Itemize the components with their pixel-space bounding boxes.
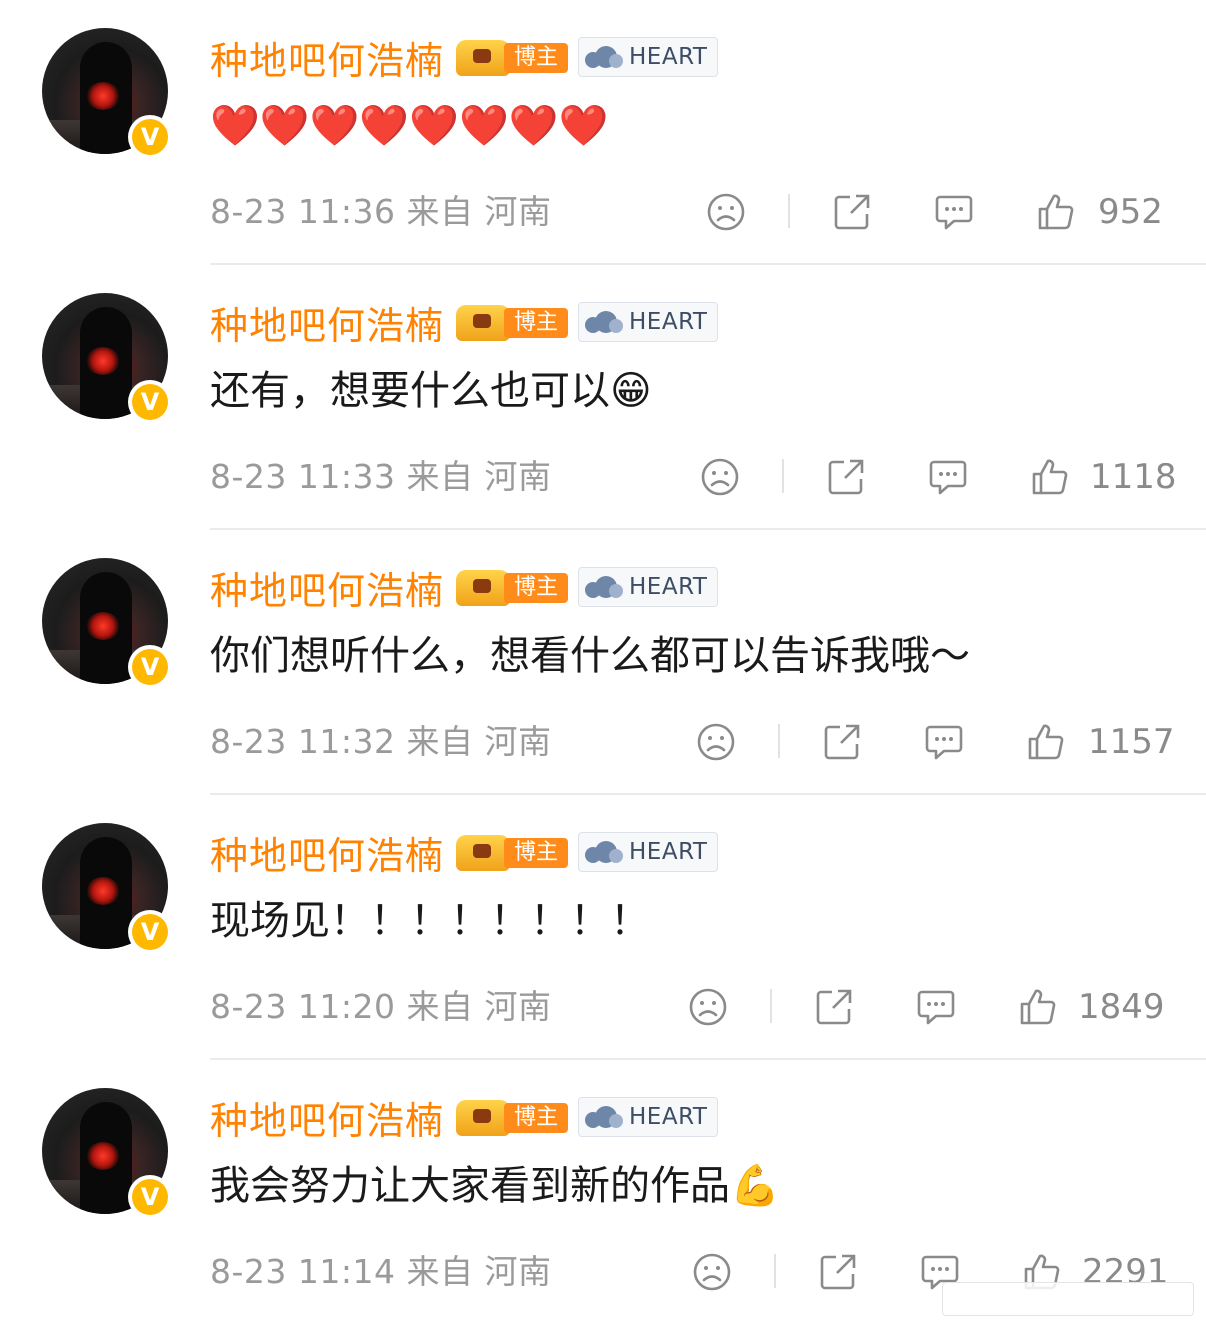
sad-face-icon[interactable] bbox=[688, 987, 728, 1027]
comment-icon[interactable] bbox=[934, 192, 974, 232]
watermark-overlay bbox=[942, 1282, 1194, 1316]
username[interactable]: 种地吧何浩楠 bbox=[210, 825, 444, 880]
crown-icon bbox=[456, 835, 511, 871]
action-bar: 1118 bbox=[690, 451, 1177, 503]
share-icon[interactable] bbox=[832, 192, 872, 232]
like-count: 952 bbox=[1098, 192, 1163, 232]
sad-face-icon[interactable] bbox=[700, 457, 740, 497]
timestamp: 8-23 11:36 bbox=[210, 192, 396, 231]
comment-item: V 种地吧何浩楠 博主 HEART ❤️❤️❤️❤️❤️❤️❤️❤️ 8-23 … bbox=[0, 0, 1206, 265]
comment-meta: 8-23 11:32 来自 河南 bbox=[210, 716, 552, 768]
crown-icon bbox=[456, 305, 511, 341]
share-icon[interactable] bbox=[814, 987, 854, 1027]
cloud-icon bbox=[583, 574, 624, 600]
separator bbox=[782, 459, 784, 493]
like-count: 1157 bbox=[1088, 722, 1175, 762]
thumbs-up-icon[interactable] bbox=[1026, 722, 1066, 762]
comment-icon[interactable] bbox=[916, 987, 956, 1027]
cloud-icon bbox=[583, 309, 624, 335]
crown-icon bbox=[456, 1100, 511, 1136]
blogger-badge[interactable]: 博主 bbox=[456, 38, 569, 76]
fan-badge[interactable]: HEART bbox=[578, 302, 719, 342]
blogger-badge[interactable]: 博主 bbox=[456, 568, 569, 606]
comment-meta: 8-23 11:14 来自 河南 bbox=[210, 1246, 552, 1298]
verified-v-icon: V bbox=[128, 910, 172, 954]
comment-meta: 8-23 11:36 来自 河南 bbox=[210, 186, 552, 238]
fan-badge[interactable]: HEART bbox=[578, 1097, 719, 1137]
separator bbox=[774, 1254, 776, 1288]
like-count: 1849 bbox=[1078, 987, 1165, 1027]
timestamp: 8-23 11:14 bbox=[210, 1252, 396, 1291]
comment-item: V 种地吧何浩楠 博主 HEART 还有，想要什么也可以😁 8-23 11:33… bbox=[0, 265, 1206, 530]
comment-text: 我会努力让大家看到新的作品💪 bbox=[210, 1163, 780, 1209]
fan-badge[interactable]: HEART bbox=[578, 37, 719, 77]
timestamp: 8-23 11:32 bbox=[210, 722, 396, 761]
source-label: 来自 河南 bbox=[406, 457, 552, 496]
separator bbox=[770, 989, 772, 1023]
crown-icon bbox=[456, 570, 511, 606]
comment-text: 现场见！！！！！！！！ bbox=[210, 898, 650, 944]
comment-item: V 种地吧何浩楠 博主 HEART 你们想听什么，想看什么都可以告诉我哦～ 8-… bbox=[0, 530, 1206, 795]
sad-face-icon[interactable] bbox=[696, 722, 736, 762]
timestamp: 8-23 11:20 bbox=[210, 987, 396, 1026]
sad-face-icon[interactable] bbox=[706, 192, 746, 232]
verified-v-icon: V bbox=[128, 380, 172, 424]
share-icon[interactable] bbox=[822, 722, 862, 762]
verified-v-icon: V bbox=[128, 645, 172, 689]
verified-v-icon: V bbox=[128, 1175, 172, 1219]
comment-text: 还有，想要什么也可以😁 bbox=[210, 368, 652, 414]
separator bbox=[788, 194, 790, 228]
verified-v-icon: V bbox=[128, 115, 172, 159]
share-icon[interactable] bbox=[818, 1252, 858, 1292]
thumbs-up-icon[interactable] bbox=[1036, 192, 1076, 232]
timestamp: 8-23 11:33 bbox=[210, 457, 396, 496]
username[interactable]: 种地吧何浩楠 bbox=[210, 30, 444, 85]
source-label: 来自 河南 bbox=[406, 987, 552, 1026]
sad-face-icon[interactable] bbox=[692, 1252, 732, 1292]
crown-icon bbox=[456, 40, 511, 76]
action-bar: 1849 bbox=[688, 981, 1170, 1033]
username[interactable]: 种地吧何浩楠 bbox=[210, 560, 444, 615]
separator bbox=[778, 724, 780, 758]
cloud-icon bbox=[583, 44, 624, 70]
comment-text: ❤️❤️❤️❤️❤️❤️❤️❤️ bbox=[210, 103, 609, 149]
comment-icon[interactable] bbox=[924, 722, 964, 762]
source-label: 来自 河南 bbox=[406, 722, 552, 761]
comment-meta: 8-23 11:33 来自 河南 bbox=[210, 451, 552, 503]
username[interactable]: 种地吧何浩楠 bbox=[210, 295, 444, 350]
source-label: 来自 河南 bbox=[406, 192, 552, 231]
comment-icon[interactable] bbox=[928, 457, 968, 497]
comment-feed: V 种地吧何浩楠 博主 HEART ❤️❤️❤️❤️❤️❤️❤️❤️ 8-23 … bbox=[0, 0, 1206, 1327]
blogger-badge[interactable]: 博主 bbox=[456, 833, 569, 871]
comment-item: V 种地吧何浩楠 博主 HEART 现场见！！！！！！！！ 8-23 11:20… bbox=[0, 795, 1206, 1060]
cloud-icon bbox=[583, 839, 624, 865]
cloud-icon bbox=[583, 1104, 624, 1130]
thumbs-up-icon[interactable] bbox=[1018, 987, 1058, 1027]
username[interactable]: 种地吧何浩楠 bbox=[210, 1090, 444, 1145]
thumbs-up-icon[interactable] bbox=[1030, 457, 1070, 497]
blogger-badge[interactable]: 博主 bbox=[456, 1098, 569, 1136]
comment-meta: 8-23 11:20 来自 河南 bbox=[210, 981, 552, 1033]
comment-text: 你们想听什么，想看什么都可以告诉我哦～ bbox=[210, 633, 970, 679]
source-label: 来自 河南 bbox=[406, 1252, 552, 1291]
blogger-badge[interactable]: 博主 bbox=[456, 303, 569, 341]
action-bar: 952 bbox=[690, 186, 1170, 238]
like-count: 1118 bbox=[1090, 457, 1177, 497]
fan-badge[interactable]: HEART bbox=[578, 832, 719, 872]
action-bar: 1157 bbox=[690, 716, 1175, 768]
fan-badge[interactable]: HEART bbox=[578, 567, 719, 607]
share-icon[interactable] bbox=[826, 457, 866, 497]
